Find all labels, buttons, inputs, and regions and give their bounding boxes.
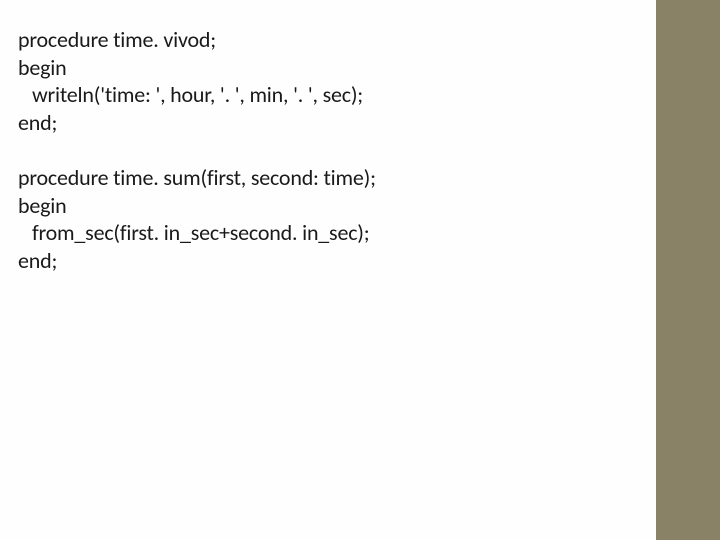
code-content: procedure time. vivod; begin writeln('ti… <box>18 26 640 302</box>
code-line: from_sec(first. in_sec+second. in_sec); <box>18 219 640 247</box>
code-line: end; <box>18 109 640 137</box>
code-line: procedure time. vivod; <box>18 26 640 54</box>
code-block-1: procedure time. vivod; begin writeln('ti… <box>18 26 640 136</box>
code-line: end; <box>18 247 640 275</box>
code-block-2: procedure time. sum(first, second: time)… <box>18 164 640 274</box>
code-line: begin <box>18 192 640 220</box>
slide-page: procedure time. vivod; begin writeln('ti… <box>0 0 720 540</box>
code-line: begin <box>18 54 640 82</box>
code-line: procedure time. sum(first, second: time)… <box>18 164 640 192</box>
code-line: writeln('time: ', hour, '. ', min, '. ',… <box>18 81 640 109</box>
side-decoration-bar <box>656 0 720 540</box>
